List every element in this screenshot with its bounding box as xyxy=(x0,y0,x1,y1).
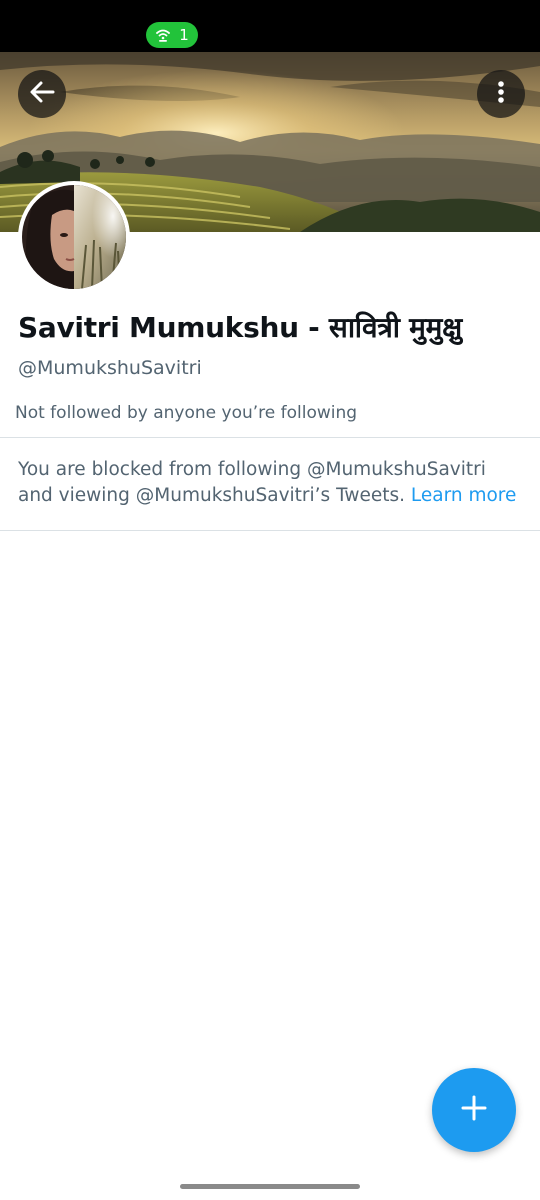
blocked-message: You are blocked from following @Mumukshu… xyxy=(18,457,523,509)
profile-screen: 1 Savitri Mumukshu - सावित्री मुमुक्षु @… xyxy=(0,0,540,1200)
more-options-button[interactable] xyxy=(477,70,525,118)
wifi-hotspot-icon xyxy=(155,28,171,42)
more-vertical-icon xyxy=(497,80,505,109)
back-button[interactable] xyxy=(18,70,66,118)
compose-button[interactable] xyxy=(432,1068,516,1152)
divider xyxy=(0,437,540,438)
arrow-left-icon xyxy=(29,80,55,109)
username-handle: @MumukshuSavitri xyxy=(18,357,202,379)
hotspot-indicator[interactable]: 1 xyxy=(146,22,198,48)
profile-photo xyxy=(22,185,126,289)
hotspot-count: 1 xyxy=(179,26,189,44)
divider xyxy=(0,530,540,531)
plus-icon xyxy=(460,1094,488,1127)
status-bar: 1 xyxy=(0,0,540,52)
avatar[interactable] xyxy=(18,181,130,293)
home-indicator[interactable] xyxy=(180,1184,360,1189)
followed-by-note: Not followed by anyone you’re following xyxy=(15,403,358,423)
learn-more-link[interactable]: Learn more xyxy=(411,485,517,506)
display-name: Savitri Mumukshu - सावित्री मुमुक्षु xyxy=(18,311,462,344)
